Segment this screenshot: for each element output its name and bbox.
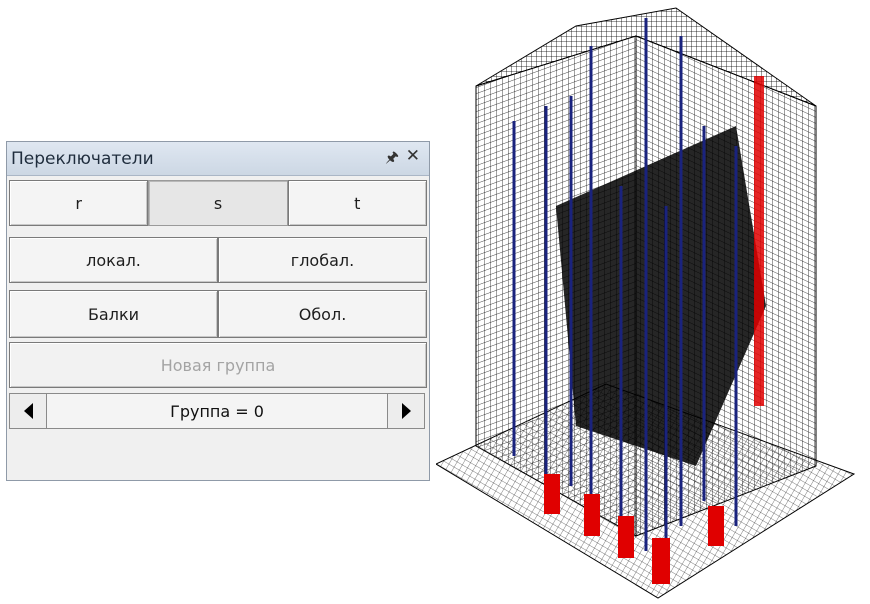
axis-row: r s t [9,180,427,226]
axis-r-button[interactable]: r [9,180,149,226]
axis-t-button[interactable]: t [287,180,427,226]
new-group-button[interactable]: Новая группа [9,342,427,388]
red-wall [754,76,764,406]
element-row: Балки Обол. [9,290,427,338]
group-spinner: Группа = 0 [9,393,425,429]
axis-s-button[interactable]: s [148,180,288,226]
prev-group-button[interactable] [10,394,47,428]
close-icon[interactable]: ✕ [406,146,420,166]
arrow-left-icon [23,403,33,419]
beams-button[interactable]: Балки [9,290,218,338]
panel-titlebar: Переключатели 🖈 ✕ [7,142,429,176]
building-mesh-icon [436,7,856,599]
coord-row: локал. глобал. [9,237,427,283]
shells-button[interactable]: Обол. [218,290,427,338]
switches-panel: Переключатели 🖈 ✕ r s t локал. глобал. Б… [6,141,430,481]
local-button[interactable]: локал. [9,237,218,283]
group-label: Группа = 0 [170,401,264,421]
panel-title: Переключатели [11,149,154,169]
next-group-button[interactable] [387,394,424,428]
global-button[interactable]: глобал. [218,237,427,283]
pin-icon[interactable]: 🖈 [385,147,399,172]
arrow-right-icon [401,403,411,419]
new-group-row: Новая группа [9,342,427,388]
